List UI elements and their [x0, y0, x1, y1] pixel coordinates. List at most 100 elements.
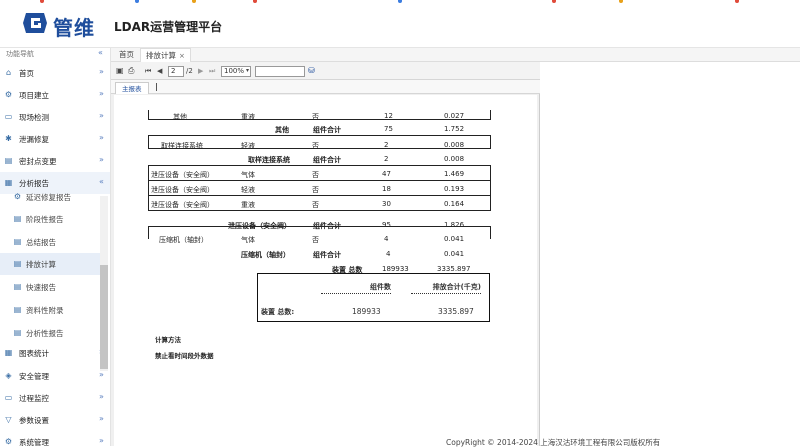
summary-box: 组件数 排放合计(千克) 装置 总数: 189933 3335.897 [257, 273, 490, 322]
sidebar-item-label: 首页 [19, 69, 34, 78]
close-icon[interactable]: × [179, 52, 185, 60]
chevron-down-icon: » [99, 392, 104, 401]
row-border [490, 135, 491, 149]
sidebar-item-label: 泄漏修复 [19, 135, 49, 144]
medium: 轻液 [241, 186, 255, 194]
medium: 气体 [241, 171, 255, 179]
component-type: 泄压设备（安全阀） [151, 201, 214, 209]
sidebar-item-system-management[interactable]: ⚙ 系统管理 » [0, 431, 110, 446]
sidebar-scroll-thumb[interactable] [100, 265, 108, 369]
component-type: 压缩机（轴封） [159, 236, 208, 244]
row-border [148, 165, 491, 166]
top-tab-strip [0, 0, 800, 3]
chevron-down-icon[interactable]: ▾ [246, 66, 249, 76]
component-type: 其他 [173, 113, 187, 121]
report-viewer: ▣ ⎙ ⏮ ◀ 2 /2 ▶ ⏭ 100% ▾ ⛁ 主报表 其他 重液 否 12… [111, 62, 540, 446]
emission: 0.008 [444, 141, 465, 149]
first-page-icon[interactable]: ⏮ [145, 66, 151, 76]
report-icon: ▤ [13, 305, 22, 314]
sidebar-item-process-monitoring[interactable]: ▭ 过程监控 » [0, 387, 110, 409]
subtotal-name: 取样连接系统 [248, 156, 290, 164]
report-icon: ▤ [13, 282, 22, 291]
sidebar-item-label: 系统管理 [19, 438, 49, 446]
sidebar-subitem-quick-report[interactable]: ▤ 快速报告 [0, 276, 100, 298]
sidebar-subitem-label: 延迟修复报告 [26, 193, 71, 202]
sidebar-subitem-delayed-repair-report[interactable]: ⚙ 延迟修复报告 [0, 186, 100, 208]
tab-label: 首页 [119, 50, 134, 59]
sidebar-item-label: 安全管理 [19, 372, 49, 381]
export-icon[interactable]: ▣ [116, 66, 124, 76]
calculation-method-label: 计算方法 [155, 336, 181, 344]
filter-icon: ▽ [5, 415, 12, 424]
chevron-down-icon: » [99, 133, 104, 142]
medium: 重液 [241, 201, 255, 209]
double-chevron-left-icon[interactable]: « [98, 48, 103, 57]
tab-home[interactable]: 首页 [114, 48, 139, 62]
sidebar-nav: 功能导航 « ⌂ 首页 » ⚙ 项目建立 » ▭ 现场检测 » ✱ 泄漏修复 »… [0, 48, 111, 446]
logo-icon [23, 13, 47, 33]
row-border [148, 210, 491, 211]
sidebar-item-safety-management[interactable]: ◈ 安全管理 » [0, 365, 110, 387]
row-border [148, 226, 149, 239]
subtotal-name: 其他 [275, 126, 289, 134]
page-number-input[interactable]: 2 [168, 66, 184, 77]
emission: 0.027 [444, 112, 465, 120]
prev-page-icon[interactable]: ◀ [157, 66, 162, 76]
chevron-down-icon: » [99, 155, 104, 164]
home-icon: ⌂ [5, 68, 12, 77]
chevron-down-icon: » [99, 67, 104, 76]
emission: 0.041 [444, 235, 465, 243]
tab-emission-calculation[interactable]: 排放计算 × [140, 48, 191, 62]
emission: 1.469 [444, 170, 465, 178]
count: 12 [384, 112, 393, 120]
medium: 气体 [241, 236, 255, 244]
sidebar-subitem-label: 总结报告 [26, 238, 56, 247]
report-icon: ▤ [13, 328, 22, 337]
chevron-down-icon: » [99, 414, 104, 423]
report-icon: ▤ [13, 259, 22, 268]
subtotal-value: 0.008 [444, 155, 465, 163]
report-page: 其他 重液 否 12 0.027 其他 组件合计 75 1.752 取样连接系统… [114, 95, 537, 446]
row-border [148, 135, 149, 149]
row-border [490, 165, 491, 211]
shield-icon: ◈ [5, 371, 12, 380]
flag: 否 [312, 236, 319, 244]
last-page-icon[interactable]: ⏭ [209, 66, 215, 76]
chevron-down-icon: » [99, 111, 104, 120]
tab-main-report[interactable]: 主报表 [115, 82, 149, 94]
sidebar-item-chart-statistics[interactable]: ▦ 图表统计 » [0, 342, 110, 364]
sidebar-item-home[interactable]: ⌂ 首页 » [0, 62, 110, 84]
report-tab-strip: 主报表 [111, 80, 540, 94]
summary-col-emission: 排放合计(千克) [411, 282, 481, 294]
sidebar-subitem-label: 排放计算 [26, 260, 56, 269]
device-total-value: 3335.897 [437, 265, 471, 273]
subtotal-count: 75 [384, 125, 393, 133]
device-total-count: 189933 [382, 265, 409, 273]
sidebar-subitem-informative-appendix[interactable]: ▤ 资料性附录 [0, 299, 100, 321]
print-icon[interactable]: ⎙ [128, 66, 134, 76]
medium: 轻液 [241, 142, 255, 150]
sidebar-item-label: 图表统计 [19, 349, 49, 358]
sidebar-subitem-analytical-report[interactable]: ▤ 分析性报告 [0, 322, 100, 344]
report-icon: ▤ [13, 214, 22, 223]
sidebar-item-parameter-settings[interactable]: ▽ 参数设置 » [0, 409, 110, 431]
search-input[interactable] [255, 66, 305, 77]
sidebar-item-seal-point-change[interactable]: ▤ 密封点变更 » [0, 150, 110, 172]
summary-value: 3335.897 [438, 307, 474, 316]
component-type: 取样连接系统 [161, 142, 203, 150]
summary-row-label: 装置 总数: [261, 308, 295, 316]
subtotal-label: 组件合计 [313, 251, 341, 259]
tab-separator [156, 83, 157, 91]
sidebar-subitem-emission-calculation[interactable]: ▤ 排放计算 [0, 253, 100, 275]
sidebar-subitem-label: 分析性报告 [26, 329, 64, 338]
next-page-icon[interactable]: ▶ [198, 66, 203, 76]
sidebar-subitem-phase-report[interactable]: ▤ 阶段性报告 [0, 208, 100, 230]
subtotal-label: 组件合计 [313, 156, 341, 164]
sidebar-subitem-summary-report[interactable]: ▤ 总结报告 [0, 231, 100, 253]
subtotal-value: 1.752 [444, 125, 465, 133]
sidebar-item-field-detection[interactable]: ▭ 现场检测 » [0, 106, 110, 128]
binoculars-search-icon[interactable]: ⛁ [308, 66, 315, 76]
count: 30 [382, 200, 391, 208]
sidebar-item-project-setup[interactable]: ⚙ 项目建立 » [0, 84, 110, 106]
sidebar-item-leak-repair[interactable]: ✱ 泄漏修复 » [0, 128, 110, 150]
